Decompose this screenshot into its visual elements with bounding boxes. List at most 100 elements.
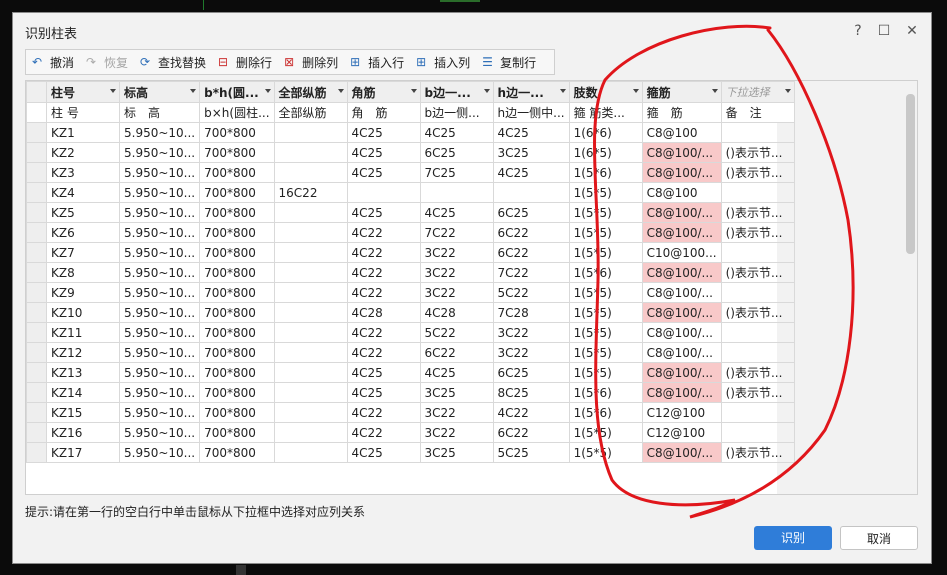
table-cell[interactable]: 4C25 <box>346 122 421 143</box>
table-cell[interactable] <box>720 122 795 143</box>
table-cell[interactable]: C8@100/... <box>641 142 722 163</box>
table-cell[interactable]: 3C25 <box>419 382 494 403</box>
table-cell[interactable]: 4C25 <box>346 142 421 163</box>
table-cell[interactable]: 4C25 <box>346 442 421 463</box>
row-header[interactable] <box>26 322 47 343</box>
table-cell[interactable]: 5.950~10... <box>118 422 201 443</box>
table-cell[interactable]: ()表示节... <box>720 162 795 183</box>
chevron-down-icon[interactable] <box>410 89 417 93</box>
table-cell[interactable]: KZ4 <box>46 182 120 203</box>
column-mapping-select[interactable]: 柱号 <box>46 81 120 103</box>
table-cell[interactable]: 3C22 <box>419 422 494 443</box>
table-cell[interactable] <box>273 302 348 323</box>
row-header[interactable] <box>26 81 47 103</box>
row-header[interactable] <box>26 342 47 363</box>
table-cell[interactable]: 1(5*5) <box>568 302 643 323</box>
table-cell[interactable]: C10@100... <box>641 242 722 263</box>
close-icon[interactable]: ✕ <box>902 21 922 41</box>
table-cell[interactable]: 6C22 <box>492 422 570 443</box>
table-cell[interactable] <box>720 282 795 303</box>
table-cell[interactable]: 1(6*5) <box>568 142 643 163</box>
table-cell[interactable]: 1(5*5) <box>568 362 643 383</box>
table-cell[interactable]: 16C22 <box>273 182 348 203</box>
table-cell[interactable]: 1(5*6) <box>568 382 643 403</box>
table-cell[interactable]: 5.950~10... <box>118 442 201 463</box>
cancel-button[interactable]: 取消 <box>840 526 918 550</box>
row-header[interactable] <box>26 262 47 283</box>
table-cell[interactable]: 1(5*5) <box>568 222 643 243</box>
table-cell[interactable]: 4C25 <box>492 162 570 183</box>
table-cell[interactable]: C8@100 <box>641 182 722 203</box>
table-cell[interactable]: 6C22 <box>419 342 494 363</box>
table-cell[interactable]: 1(5*5) <box>568 182 643 203</box>
table-cell[interactable] <box>720 322 795 343</box>
row-header[interactable] <box>26 202 47 223</box>
table-cell[interactable]: C8@100/... <box>641 262 722 283</box>
row-header[interactable] <box>26 422 47 443</box>
table-cell[interactable]: KZ14 <box>46 382 120 403</box>
row-header[interactable] <box>26 382 47 403</box>
table-cell[interactable]: ()表示节... <box>720 302 795 323</box>
table-cell[interactable]: 4C25 <box>419 362 494 383</box>
table-cell[interactable] <box>720 342 795 363</box>
row-header[interactable] <box>26 282 47 303</box>
table-cell[interactable]: 标 高 <box>118 102 201 123</box>
table-cell[interactable]: 5.950~10... <box>118 182 201 203</box>
table-cell[interactable]: 5C22 <box>492 282 570 303</box>
table-cell[interactable]: C8@100/... <box>641 162 722 183</box>
table-cell[interactable] <box>273 342 348 363</box>
chevron-down-icon[interactable] <box>632 89 639 93</box>
table-cell[interactable]: 5.950~10... <box>118 362 201 383</box>
column-mapping-select[interactable]: b*h(圆... <box>199 81 275 103</box>
table-cell[interactable]: KZ9 <box>46 282 120 303</box>
table-cell[interactable]: 5.950~10... <box>118 162 201 183</box>
chevron-down-icon[interactable] <box>264 89 271 93</box>
table-cell[interactable]: C8@100/... <box>641 322 722 343</box>
table-cell[interactable]: C8@100/... <box>641 442 722 463</box>
column-mapping-select[interactable]: h边一... <box>492 81 570 103</box>
table-cell[interactable]: 700*800 <box>199 362 275 383</box>
table-cell[interactable]: 700*800 <box>199 422 275 443</box>
table-cell[interactable]: 4C25 <box>419 122 494 143</box>
table-cell[interactable]: 备 注 <box>720 102 795 123</box>
table-cell[interactable]: 3C22 <box>419 402 494 423</box>
table-cell[interactable]: 4C22 <box>346 322 421 343</box>
table-cell[interactable]: KZ8 <box>46 262 120 283</box>
toolbar-button-undo[interactable]: ↶ 撤消 <box>32 54 74 71</box>
chevron-down-icon[interactable] <box>337 89 344 93</box>
table-cell[interactable]: 4C22 <box>346 222 421 243</box>
table-cell[interactable]: 700*800 <box>199 282 275 303</box>
table-cell[interactable]: 1(5*5) <box>568 242 643 263</box>
table-cell[interactable]: 5.950~10... <box>118 202 201 223</box>
table-cell[interactable]: C8@100/... <box>641 362 722 383</box>
table-cell[interactable]: 7C22 <box>492 262 570 283</box>
table-cell[interactable]: 700*800 <box>199 442 275 463</box>
toolbar-button-insert-column[interactable]: ⊞ 插入列 <box>416 54 470 71</box>
table-cell[interactable] <box>720 182 795 203</box>
chevron-down-icon[interactable] <box>483 89 490 93</box>
table-cell[interactable]: KZ1 <box>46 122 120 143</box>
row-header[interactable] <box>26 142 47 163</box>
table-cell[interactable]: h边一侧中... <box>492 102 570 123</box>
table-cell[interactable]: 1(5*5) <box>568 342 643 363</box>
table-cell[interactable] <box>720 402 795 423</box>
table-cell[interactable]: C8@100/... <box>641 342 722 363</box>
row-header[interactable] <box>26 222 47 243</box>
table-cell[interactable]: 4C22 <box>346 422 421 443</box>
row-header[interactable] <box>26 302 47 323</box>
table-cell[interactable]: 6C22 <box>492 222 570 243</box>
table-cell[interactable]: 4C28 <box>419 302 494 323</box>
table-cell[interactable]: 5.950~10... <box>118 322 201 343</box>
table-cell[interactable]: 6C22 <box>492 242 570 263</box>
table-cell[interactable]: 700*800 <box>199 242 275 263</box>
toolbar-button-insert-row[interactable]: ⊞ 插入行 <box>350 54 404 71</box>
table-cell[interactable]: C8@100/... <box>641 222 722 243</box>
table-cell[interactable]: KZ15 <box>46 402 120 423</box>
table-cell[interactable]: 700*800 <box>199 142 275 163</box>
table-cell[interactable]: KZ12 <box>46 342 120 363</box>
table-cell[interactable] <box>720 422 795 443</box>
table-cell[interactable]: ()表示节... <box>720 442 795 463</box>
table-cell[interactable]: 柱 号 <box>46 102 120 123</box>
table-cell[interactable]: 4C22 <box>346 342 421 363</box>
table-cell[interactable] <box>273 322 348 343</box>
